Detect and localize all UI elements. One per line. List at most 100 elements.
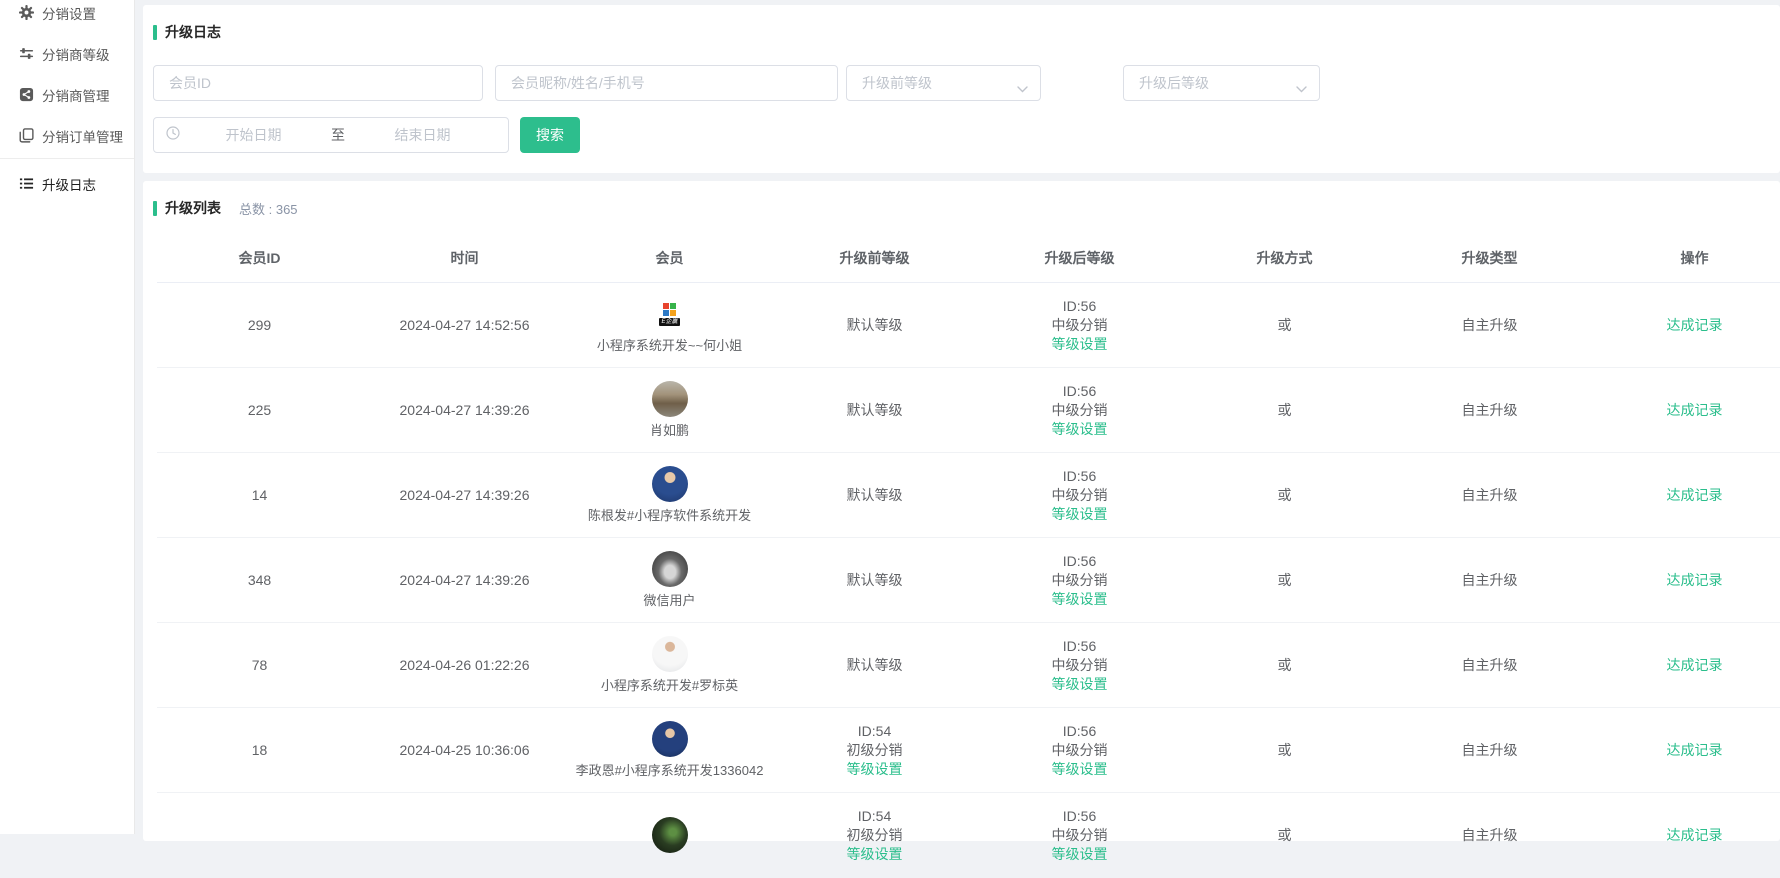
avatar	[652, 466, 688, 502]
avatar: E企赢	[653, 296, 687, 332]
level-settings-link[interactable]: 等级设置	[1052, 335, 1108, 354]
time-cell: 2024-04-27 14:39:26	[362, 453, 567, 537]
table-row: 299 2024-04-27 14:52:56 E企赢 小程序系统开发~~何小姐…	[157, 283, 1780, 368]
avatar	[652, 551, 688, 587]
gear-icon	[18, 5, 34, 21]
level-settings-link[interactable]: 等级设置	[1052, 505, 1108, 524]
level-settings-link[interactable]: 等级设置	[847, 845, 903, 864]
member-name: 微信用户	[643, 590, 695, 609]
action-cell: 达成记录	[1592, 708, 1780, 792]
level-settings-link[interactable]: 等级设置	[1052, 760, 1108, 779]
member-cell: 陈根发#小程序软件系统开发	[567, 453, 772, 537]
level-settings-link[interactable]: 等级设置	[1052, 845, 1108, 864]
level-before-cell: ID:54 初级分销 等级设置	[772, 708, 977, 792]
achievement-record-link[interactable]: 达成记录	[1667, 401, 1723, 420]
method-cell: 或	[1182, 538, 1387, 622]
table-header: 会员ID 时间 会员 升级前等级 升级后等级 升级方式 升级类型 操作	[157, 233, 1780, 283]
sidebar-item-distribution-orders[interactable]: 分销订单管理	[0, 115, 134, 156]
sidebar-item-distribution-settings[interactable]: 分销设置	[0, 0, 134, 33]
type-cell: 自主升级	[1387, 453, 1592, 537]
member-cell: 李政恩#小程序系统开发1336042	[567, 708, 772, 792]
time-cell: 2024-04-27 14:39:26	[362, 538, 567, 622]
level-settings-link[interactable]: 等级设置	[847, 760, 903, 779]
level-before-cell: 默认等级	[772, 368, 977, 452]
share-square-icon	[18, 87, 34, 103]
type-cell: 自主升级	[1387, 538, 1592, 622]
type-cell: 自主升级	[1387, 623, 1592, 707]
achievement-record-link[interactable]: 达成记录	[1667, 486, 1723, 505]
achievement-record-link[interactable]: 达成记录	[1667, 826, 1723, 845]
sidebar-item-upgrade-log[interactable]: 升级日志	[0, 163, 134, 204]
brand-logo-icon	[663, 303, 676, 316]
level-after-cell: ID:56 中级分销 等级设置	[977, 453, 1182, 537]
sidebar-item-label: 分销设置	[42, 3, 96, 23]
col-actions: 操作	[1592, 233, 1780, 282]
method-cell: 或	[1182, 623, 1387, 707]
time-cell: 2024-04-25 10:36:06	[362, 708, 567, 792]
time-cell: 2024-04-27 14:39:26	[362, 368, 567, 452]
member-id-cell: 78	[157, 623, 362, 707]
achievement-record-link[interactable]: 达成记录	[1667, 571, 1723, 590]
method-cell: 或	[1182, 708, 1387, 792]
achievement-record-link[interactable]: 达成记录	[1667, 316, 1723, 335]
chevron-down-icon	[1017, 80, 1028, 98]
avatar	[652, 636, 688, 672]
sidebar-item-label: 分销商等级	[42, 44, 110, 64]
achievement-record-link[interactable]: 达成记录	[1667, 741, 1723, 760]
method-cell: 或	[1182, 793, 1387, 877]
level-after-cell: ID:56 中级分销 等级设置	[977, 283, 1182, 367]
level-before-cell: ID:54 初级分销 等级设置	[772, 793, 977, 877]
table-row: ID:54 初级分销 等级设置 ID:56 中级分销 等级设置 或 自主升级 达…	[157, 793, 1780, 878]
level-settings-link[interactable]: 等级设置	[1052, 675, 1108, 694]
member-id-input[interactable]	[153, 65, 483, 101]
level-before-cell: 默认等级	[772, 283, 977, 367]
sidebar-item-distributor-level[interactable]: 分销商等级	[0, 33, 134, 74]
member-info-input[interactable]	[495, 65, 838, 101]
table-row: 78 2024-04-26 01:22:26 小程序系统开发#罗标英 默认等级 …	[157, 623, 1780, 708]
type-cell: 自主升级	[1387, 708, 1592, 792]
achievement-record-link[interactable]: 达成记录	[1667, 656, 1723, 675]
sliders-icon	[18, 46, 34, 62]
sidebar-divider	[0, 158, 134, 159]
member-name: 小程序系统开发#罗标英	[601, 675, 738, 694]
method-cell: 或	[1182, 368, 1387, 452]
date-range-picker[interactable]: 开始日期 至 结束日期	[153, 117, 509, 153]
accent-bar	[153, 201, 157, 216]
member-cell: 微信用户	[567, 538, 772, 622]
action-cell: 达成记录	[1592, 368, 1780, 452]
table-row: 14 2024-04-27 14:39:26 陈根发#小程序软件系统开发 默认等…	[157, 453, 1780, 538]
end-date-field[interactable]: 结束日期	[349, 125, 496, 145]
upgrade-table: 会员ID 时间 会员 升级前等级 升级后等级 升级方式 升级类型 操作 299 …	[157, 233, 1780, 878]
chevron-down-icon	[1296, 80, 1307, 98]
col-type: 升级类型	[1387, 233, 1592, 282]
start-date-field[interactable]: 开始日期	[180, 125, 327, 145]
method-cell: 或	[1182, 453, 1387, 537]
time-cell	[362, 793, 567, 877]
level-after-select[interactable]: 升级后等级	[1123, 65, 1320, 101]
action-cell: 达成记录	[1592, 283, 1780, 367]
level-before-cell: 默认等级	[772, 538, 977, 622]
search-button[interactable]: 搜索	[520, 117, 580, 153]
level-before-select[interactable]: 升级前等级	[846, 65, 1041, 101]
member-id-cell: 18	[157, 708, 362, 792]
sidebar-item-distributor-management[interactable]: 分销商管理	[0, 74, 134, 115]
type-cell: 自主升级	[1387, 368, 1592, 452]
member-name: 小程序系统开发~~何小姐	[597, 335, 742, 354]
col-level-after: 升级后等级	[977, 233, 1182, 282]
member-id-cell: 348	[157, 538, 362, 622]
sidebar-item-label: 分销订单管理	[42, 126, 123, 146]
member-cell	[567, 793, 772, 877]
page-title: 升级日志	[165, 22, 221, 42]
table-row: 18 2024-04-25 10:36:06 李政恩#小程序系统开发133604…	[157, 708, 1780, 793]
level-settings-link[interactable]: 等级设置	[1052, 420, 1108, 439]
level-after-cell: ID:56 中级分销 等级设置	[977, 793, 1182, 877]
type-cell: 自主升级	[1387, 283, 1592, 367]
member-id-cell: 225	[157, 368, 362, 452]
level-settings-link[interactable]: 等级设置	[1052, 590, 1108, 609]
method-cell: 或	[1182, 283, 1387, 367]
total-count: 总数 : 365	[239, 199, 298, 218]
table-row: 225 2024-04-27 14:39:26 肖如鹏 默认等级 ID:56 中…	[157, 368, 1780, 453]
sidebar: 分销设置 分销商等级	[0, 0, 135, 834]
member-name: 陈根发#小程序软件系统开发	[588, 505, 751, 524]
member-id-cell	[157, 793, 362, 877]
